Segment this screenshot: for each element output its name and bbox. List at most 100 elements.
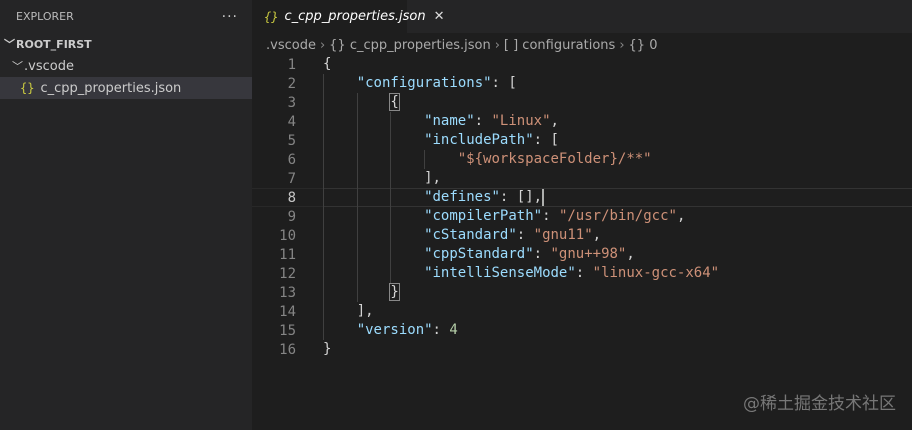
chevron-right-icon: ›	[494, 37, 500, 53]
code-token: "compilerPath"	[424, 208, 543, 224]
code-text: {	[323, 93, 400, 112]
code-line[interactable]: 12 "intelliSenseMode": "linux-gcc-x64"	[252, 264, 912, 283]
line-number: 1	[287, 56, 296, 73]
tree-file-c-cpp-properties[interactable]: {} c_cpp_properties.json	[0, 77, 252, 99]
code-line[interactable]: 11 "cppStandard": "gnu++98",	[252, 245, 912, 264]
code-token: :	[432, 322, 450, 338]
more-actions-icon[interactable]: ···	[222, 9, 238, 25]
code-line[interactable]: 3{	[252, 93, 912, 112]
code-line[interactable]: 5 "includePath": [	[252, 131, 912, 150]
code-editor[interactable]: 1{2 "configurations": [3{4 "name": "Linux"…	[252, 55, 912, 359]
file-label: c_cpp_properties.json	[40, 80, 182, 96]
chevron-down-icon: ﹀	[4, 38, 15, 51]
code-token: "gnu11"	[533, 227, 593, 243]
code-token: "Linux"	[491, 113, 551, 129]
code-token: "${workspaceFolder}/**"	[457, 151, 652, 167]
line-number: 7	[287, 170, 296, 187]
tab-c-cpp-properties[interactable]: {} c_cpp_properties.json ✕	[252, 0, 445, 33]
code-token: "defines"	[424, 189, 500, 205]
code-token: ,	[592, 227, 602, 243]
code-token: "name"	[424, 113, 475, 129]
code-line[interactable]: 14],	[252, 302, 912, 321]
indent-guide	[390, 188, 424, 207]
explorer-sidebar: EXPLORER ··· ﹀ ROOT_FIRST ﹀ .vscode {} c…	[0, 0, 252, 430]
code-text: "version": 4	[323, 321, 458, 340]
code-token: : [],	[499, 189, 543, 205]
code-token: :	[474, 113, 492, 129]
line-number: 9	[287, 208, 296, 225]
code-line[interactable]: 13}	[252, 283, 912, 302]
breadcrumb-item[interactable]: {} 0	[629, 38, 658, 53]
code-token: ,	[550, 113, 559, 129]
indent-guide	[323, 245, 357, 264]
indent-guide	[356, 264, 391, 283]
code-line[interactable]: 4 "name": "Linux",	[252, 112, 912, 131]
folder-label: .vscode	[24, 58, 74, 74]
code-token: "cppStandard"	[424, 246, 534, 262]
breadcrumb-item[interactable]: {} c_cpp_properties.json	[329, 38, 491, 53]
explorer-header: EXPLORER ···	[0, 0, 252, 33]
indent-guide	[323, 321, 357, 340]
indent-guide	[356, 112, 391, 131]
chevron-down-icon: ﹀	[12, 60, 23, 73]
breadcrumb: .vscode › {} c_cpp_properties.json › [ ] c…	[266, 36, 657, 54]
code-token: "version"	[356, 322, 433, 338]
code-text: }	[323, 340, 331, 359]
indent-guide	[356, 226, 391, 245]
indent-guide	[356, 188, 391, 207]
chevron-right-icon: ›	[319, 37, 326, 53]
indent-guide	[390, 245, 424, 264]
code-text: {	[323, 55, 331, 74]
indent-guide	[323, 264, 357, 283]
code-line[interactable]: 8 "defines": [],	[252, 188, 912, 207]
tree-folder-vscode[interactable]: ﹀ .vscode	[0, 55, 252, 77]
indent-guide	[356, 283, 391, 302]
line-number: 11	[279, 246, 296, 263]
explorer-title: EXPLORER	[16, 10, 74, 23]
code-text: "cppStandard": "gnu++98",	[323, 245, 635, 264]
code-line[interactable]: 10 "cStandard": "gnu11",	[252, 226, 912, 245]
code-text: "cStandard": "gnu11",	[323, 226, 601, 245]
indent-guide	[356, 169, 391, 188]
indent-guide	[390, 264, 424, 283]
indent-guide	[356, 150, 391, 169]
close-icon[interactable]: ✕	[434, 9, 445, 24]
code-token: }	[389, 283, 400, 301]
indent-guide	[390, 112, 424, 131]
tree-root-folder[interactable]: ﹀ ROOT_FIRST	[0, 33, 252, 55]
indent-guide	[323, 188, 357, 207]
code-token: : [	[533, 132, 559, 148]
code-token: "/usr/bin/gcc"	[558, 208, 677, 224]
code-token: {	[323, 56, 332, 72]
line-number: 15	[279, 322, 296, 339]
code-token: ],	[356, 303, 374, 319]
indent-guide	[390, 169, 424, 188]
code-token: : [	[491, 75, 517, 91]
indent-guide	[390, 131, 424, 150]
code-line[interactable]: 9 "compilerPath": "/usr/bin/gcc",	[252, 207, 912, 226]
code-line[interactable]: 2 "configurations": [	[252, 74, 912, 93]
code-line[interactable]: 7],	[252, 169, 912, 188]
line-number: 14	[279, 303, 296, 320]
code-line[interactable]: 16}	[252, 340, 912, 359]
indent-guide	[323, 226, 357, 245]
json-file-icon: {}	[20, 81, 35, 95]
line-number: 5	[287, 132, 296, 149]
tab-bar: {} c_cpp_properties.json ✕	[252, 0, 912, 33]
json-file-icon: {}	[264, 9, 279, 24]
breadcrumb-item[interactable]: [ ] configurations	[504, 38, 615, 53]
indent-guide	[323, 283, 357, 302]
line-number: 13	[279, 284, 296, 301]
code-line[interactable]: 1{	[252, 55, 912, 74]
code-line[interactable]: 6 "${workspaceFolder}/**"	[252, 150, 912, 169]
line-number: 8	[287, 189, 296, 206]
indent-guide	[390, 226, 424, 245]
line-number: 10	[279, 227, 296, 244]
code-line[interactable]: 15 "version": 4	[252, 321, 912, 340]
line-number: 2	[287, 75, 296, 92]
code-token: "cStandard"	[424, 227, 517, 243]
indent-guide	[323, 131, 357, 150]
code-token: "configurations"	[356, 75, 492, 91]
code-text: ],	[323, 302, 374, 321]
breadcrumb-item[interactable]: .vscode	[266, 38, 316, 53]
